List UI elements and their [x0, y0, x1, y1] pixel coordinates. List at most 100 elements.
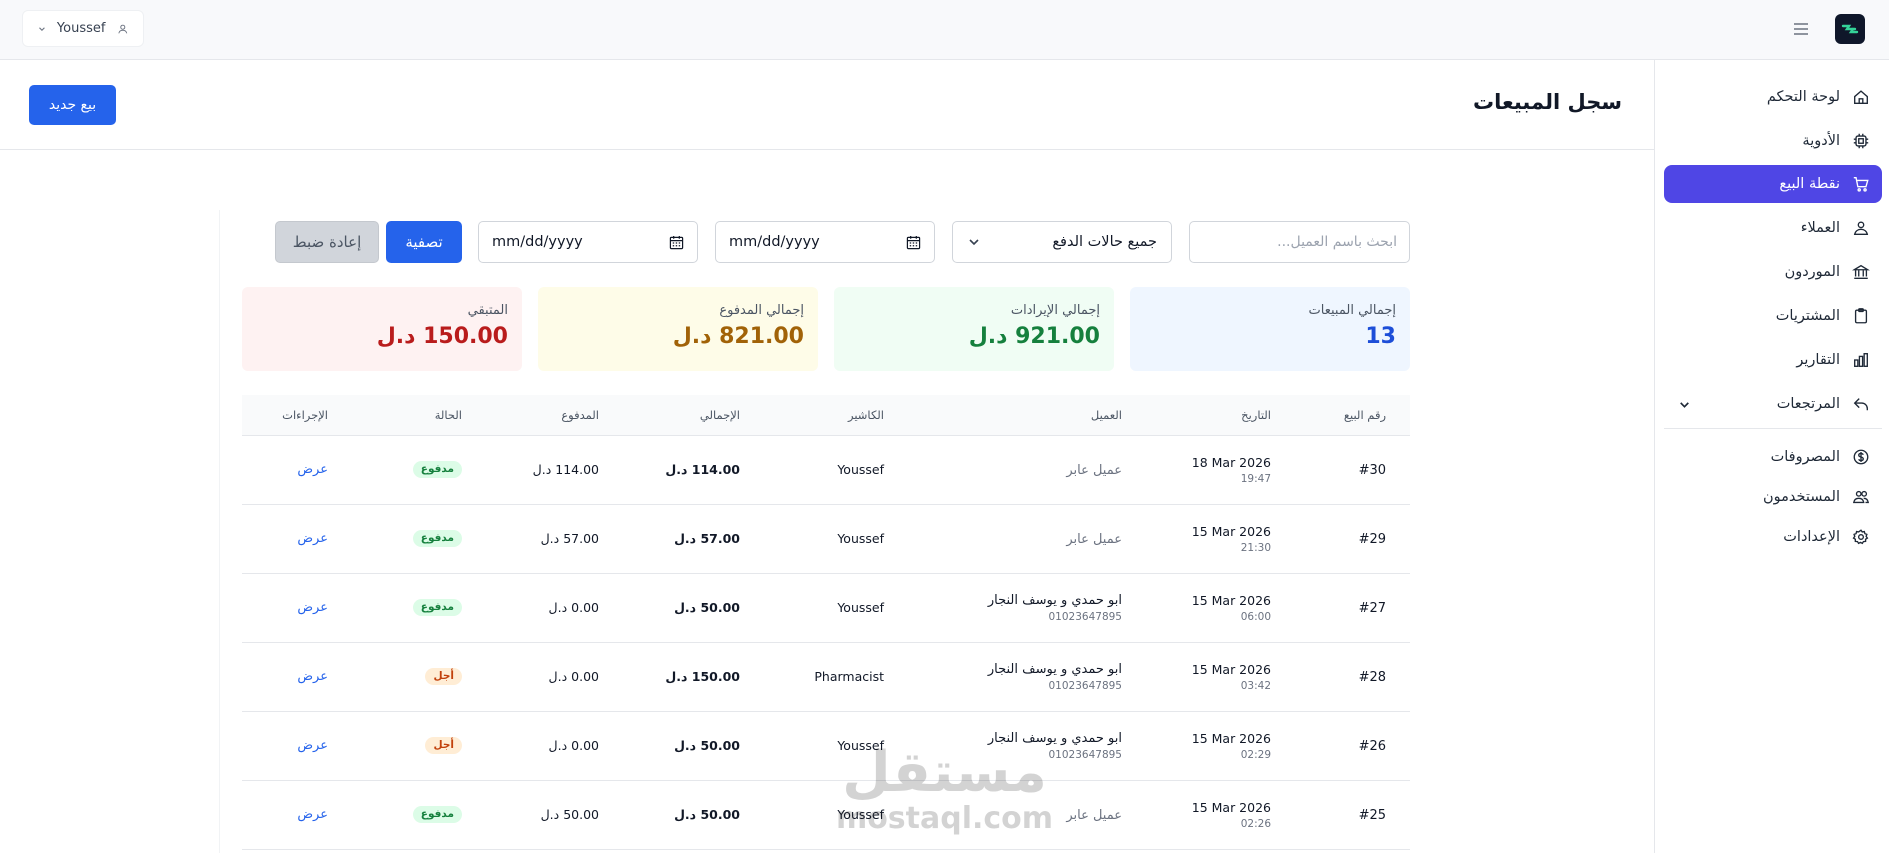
return-icon: [1853, 398, 1868, 411]
stat-card-total-revenue: إجمالي الإيرادات 921.00 د.ل: [834, 287, 1114, 371]
sidebar-item-suppliers[interactable]: الموردون: [1664, 253, 1882, 291]
stat-label: المتبقي: [467, 303, 508, 318]
view-link[interactable]: عرض: [297, 462, 328, 477]
status: أجل: [425, 668, 462, 685]
view-link[interactable]: عرض: [297, 807, 328, 822]
sidebar-item-label: الموردون: [1784, 264, 1840, 280]
sale-date-time: 19:47: [1240, 473, 1271, 485]
sidebar-item-label: المصروفات: [1770, 449, 1840, 465]
customer: عميل عابر: [1066, 800, 1122, 823]
paid: 57.00 د.ل: [540, 531, 599, 546]
table-row[interactable]: #26 15 Mar 2026 02:29 ابو حمدي و يوسف ال…: [242, 712, 1410, 781]
cashier: Pharmacist: [814, 669, 884, 684]
home-icon: [1854, 90, 1868, 104]
table-row[interactable]: #28 15 Mar 2026 03:42 ابو حمدي و يوسف ال…: [242, 643, 1410, 712]
customer: ابو حمدي و يوسف النجار 01023647895: [988, 662, 1122, 692]
customer-name: ابو حمدي و يوسف النجار: [987, 731, 1122, 746]
sidebar-item-label: التقارير: [1796, 352, 1840, 368]
calendar-icon[interactable]: [906, 235, 921, 250]
column-header: العميل: [1090, 408, 1122, 422]
table-row[interactable]: #27 15 Mar 2026 06:00 ابو حمدي و يوسف ال…: [242, 574, 1410, 643]
sidebar-item-label: لوحة التحكم: [1766, 89, 1840, 105]
sale-date-day: 15 Mar 2026: [1191, 731, 1271, 746]
dollar-icon: [1853, 449, 1869, 465]
new-sale-button[interactable]: بيع جديد: [29, 85, 116, 125]
stat-card-total-paid: إجمالي المدفوع 821.00 د.ل: [538, 287, 818, 371]
sale-date-day: 15 Mar 2026: [1191, 662, 1271, 677]
paid: 50.00 د.ل: [540, 807, 599, 822]
stat-value: 921.00 د.ل: [968, 324, 1100, 349]
table-header: رقم البيع التاريخ العميل الكاشير الإجمال…: [242, 395, 1410, 436]
customer: ابو حمدي و يوسف النجار 01023647895: [988, 593, 1122, 623]
chevron-down-icon[interactable]: [1678, 398, 1691, 411]
customer-name: عميل عابر: [1066, 532, 1122, 547]
payment-status-value: جميع حالات الدفع: [1052, 234, 1157, 250]
sale-date-day: 15 Mar 2026: [1191, 593, 1271, 608]
table-row[interactable]: #29 15 Mar 2026 21:30 عميل عابر Youssef …: [242, 505, 1410, 574]
sidebar-item-label: الأدوية: [1802, 133, 1840, 149]
customer-search-input[interactable]: [1189, 221, 1410, 263]
column-header: التاريخ: [1241, 408, 1271, 422]
status: مدفوع: [412, 461, 462, 478]
user-group-icon: [1853, 490, 1869, 504]
view-link[interactable]: عرض: [297, 531, 328, 546]
page-title: سجل المبيعات: [1473, 90, 1622, 114]
total: 50.00 د.ل: [674, 738, 740, 753]
user-name: Youssef: [56, 21, 106, 36]
sale-date-time: 02:29: [1240, 749, 1271, 761]
logo-icon: [1841, 24, 1859, 34]
table-row[interactable]: #25 15 Mar 2026 02:26 عميل عابر Youssef …: [242, 781, 1410, 850]
sidebar-item-returns[interactable]: المرتجعات: [1664, 385, 1882, 423]
sale-id: #30: [1358, 463, 1386, 478]
status: مدفوع: [412, 530, 462, 547]
app-logo[interactable]: [1835, 14, 1865, 44]
chevron-down-icon: [969, 239, 979, 246]
sidebar-item-medicines[interactable]: الأدوية: [1664, 122, 1882, 160]
date-to-input[interactable]: mm/dd/yyyy: [478, 221, 698, 263]
sidebar-item-pos[interactable]: نقطة البيع: [1664, 165, 1882, 203]
users-icon: [1853, 221, 1869, 235]
column-header: الإجراءات: [282, 408, 328, 422]
view-link[interactable]: عرض: [297, 600, 328, 615]
status-badge: مدفوع: [412, 806, 462, 823]
total: 50.00 د.ل: [674, 807, 740, 822]
status: مدفوع: [412, 806, 462, 823]
reset-button[interactable]: إعادة ضبط: [275, 221, 379, 263]
status-badge: مدفوع: [412, 530, 462, 547]
sidebar-item-reports[interactable]: التقارير: [1664, 341, 1882, 379]
paid: 0.00 د.ل: [548, 669, 599, 684]
sidebar-item-users[interactable]: المستخدمون: [1664, 478, 1882, 516]
pill-icon: [1853, 133, 1869, 149]
stat-card-remaining: المتبقي 150.00 د.ل: [242, 287, 522, 371]
sales-table: رقم البيع التاريخ العميل الكاشير الإجمال…: [242, 395, 1410, 853]
content-divider: [219, 210, 220, 853]
sidebar-item-dashboard[interactable]: لوحة التحكم: [1664, 78, 1882, 116]
sidebar-item-settings[interactable]: الإعدادات: [1664, 518, 1882, 556]
hamburger-menu-icon[interactable]: [1791, 19, 1811, 39]
sidebar-item-label: الإعدادات: [1783, 529, 1840, 545]
sidebar-item-purchases[interactable]: المشتريات: [1664, 297, 1882, 335]
sidebar-item-customers[interactable]: العملاء: [1664, 209, 1882, 247]
filter-button[interactable]: تصفية: [386, 221, 462, 263]
view-link[interactable]: عرض: [297, 669, 328, 684]
view-link[interactable]: عرض: [297, 738, 328, 753]
user-menu[interactable]: Youssef: [22, 10, 144, 47]
user-icon: [118, 24, 128, 33]
sale-date: 15 Mar 2026 03:42: [1192, 662, 1271, 692]
sidebar-item-expenses[interactable]: المصروفات: [1664, 438, 1882, 476]
total: 114.00 د.ل: [665, 462, 740, 477]
sidebar-item-label: نقطة البيع: [1779, 176, 1840, 192]
paid: 114.00 د.ل: [532, 462, 599, 477]
building-icon: [1852, 264, 1870, 279]
sale-date-day: 18 Mar 2026: [1191, 455, 1271, 470]
payment-status-select[interactable]: جميع حالات الدفع: [952, 221, 1172, 263]
sale-date-time: 06:00: [1240, 611, 1271, 623]
chart-icon: [1854, 353, 1868, 367]
table-row[interactable]: #30 18 Mar 2026 19:47 عميل عابر Youssef …: [242, 436, 1410, 505]
customer-name: عميل عابر: [1066, 463, 1122, 478]
calendar-icon[interactable]: [669, 235, 684, 250]
date-from-input[interactable]: mm/dd/yyyy: [715, 221, 935, 263]
sale-date-time: 21:30: [1240, 542, 1271, 554]
status-badge: أجل: [425, 668, 462, 685]
stat-label: إجمالي المدفوع: [719, 303, 804, 318]
